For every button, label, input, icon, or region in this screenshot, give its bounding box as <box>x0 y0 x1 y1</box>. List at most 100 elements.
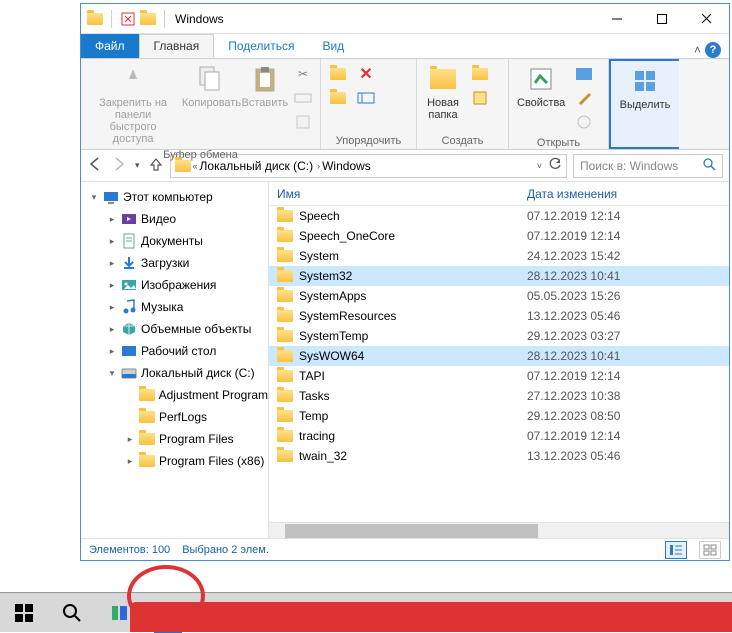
tab-share[interactable]: Поделиться <box>214 34 308 58</box>
tree-item[interactable]: Adjustment Program <box>81 384 268 406</box>
tree-label: Этот компьютер <box>123 190 213 204</box>
tree-expand-icon[interactable]: ▸ <box>107 280 117 291</box>
qat-properties-icon[interactable] <box>120 11 136 27</box>
edit-icon[interactable] <box>573 87 595 109</box>
paste-icon <box>249 63 281 95</box>
tab-view[interactable]: Вид <box>308 34 358 58</box>
nav-tree[interactable]: ▾ Этот компьютер ▸Видео▸Документы▸Загрузки… <box>81 182 269 538</box>
copy-to-icon[interactable] <box>327 87 349 109</box>
tree-item[interactable]: ▾ Этот компьютер <box>81 186 268 208</box>
copy-path-icon[interactable] <box>292 87 314 109</box>
details-view-button[interactable] <box>665 541 687 559</box>
col-date[interactable]: Дата изменения <box>519 187 729 201</box>
maximize-button[interactable] <box>639 4 684 33</box>
tree-item[interactable]: ▸Program Files (x86) <box>81 450 268 472</box>
file-row[interactable]: twain_3213.12.2023 05:46 <box>269 446 729 466</box>
paste-shortcut-icon[interactable] <box>292 111 314 133</box>
file-row[interactable]: SystemResources13.12.2023 05:46 <box>269 306 729 326</box>
tree-expand-icon[interactable]: ▸ <box>107 258 117 269</box>
group-open-label: Открыть <box>513 135 604 151</box>
tree-item[interactable]: ▸Изображения <box>81 274 268 296</box>
cut-icon[interactable]: ✂ <box>292 63 314 85</box>
qat-newfolder-icon[interactable] <box>140 11 156 27</box>
select-button[interactable]: Выделить <box>616 63 675 113</box>
tab-file[interactable]: Файл <box>81 34 139 58</box>
tree-item[interactable]: ▸Музыка <box>81 296 268 318</box>
file-row[interactable]: Temp29.12.2023 08:50 <box>269 406 729 426</box>
tree-item[interactable]: ▸ Program Files <box>81 428 268 450</box>
file-row[interactable]: System3228.12.2023 10:41 <box>269 266 729 286</box>
column-headers[interactable]: Имя Дата изменения <box>269 182 729 206</box>
tree-expand-icon[interactable]: ▸ <box>107 324 117 335</box>
new-item-icon[interactable] <box>469 63 491 85</box>
rename-icon[interactable] <box>355 87 377 109</box>
divider <box>111 10 112 28</box>
file-date: 29.12.2023 03:27 <box>519 329 729 343</box>
tree-label: Program Files <box>159 432 234 446</box>
folder-icon <box>139 387 155 403</box>
easy-access-icon[interactable] <box>469 87 491 109</box>
breadcrumb-part[interactable]: Windows <box>322 159 371 173</box>
tree-expand-icon[interactable]: ▾ <box>107 368 117 379</box>
tree-expand-icon[interactable]: ▸ <box>107 302 117 313</box>
group-create-label: Создать <box>421 133 504 149</box>
pin-quickaccess-button[interactable]: Закрепить на панели быстрого доступа <box>85 61 181 147</box>
tree-item[interactable]: ▸Загрузки <box>81 252 268 274</box>
open-icon[interactable] <box>573 63 595 85</box>
tree-expand-icon[interactable]: ▸ <box>125 434 135 445</box>
file-pane: Имя Дата изменения Speech07.12.2019 12:1… <box>269 182 729 538</box>
file-row[interactable]: Speech_OneCore07.12.2019 12:14 <box>269 226 729 246</box>
minimize-button[interactable] <box>594 4 639 33</box>
file-list[interactable]: Speech07.12.2019 12:14Speech_OneCore07.1… <box>269 206 729 522</box>
col-name[interactable]: Имя <box>269 187 519 201</box>
history-icon[interactable] <box>573 111 595 133</box>
tree-expand-icon[interactable]: ▸ <box>125 456 135 467</box>
tree-expand-icon[interactable]: ▸ <box>107 236 117 247</box>
tree-item[interactable]: ▸Рабочий стол <box>81 340 268 362</box>
tree-expand-icon[interactable]: ▾ <box>89 192 99 203</box>
search-button[interactable] <box>48 593 96 633</box>
properties-button[interactable]: Свойства <box>513 61 569 111</box>
file-row[interactable]: SysWOW6428.12.2023 10:41 <box>269 346 729 366</box>
folder-icon <box>139 409 155 425</box>
file-date: 05.05.2023 15:26 <box>519 289 729 303</box>
tree-label: PerfLogs <box>159 410 207 424</box>
paste-button[interactable]: Вставить <box>242 61 288 111</box>
file-row[interactable]: Tasks27.12.2023 10:38 <box>269 386 729 406</box>
refresh-icon[interactable] <box>548 157 562 174</box>
horizontal-scrollbar[interactable] <box>269 522 729 538</box>
new-folder-button[interactable]: Новая папка <box>421 61 465 123</box>
file-name: SystemResources <box>299 309 396 323</box>
file-row[interactable]: Speech07.12.2019 12:14 <box>269 206 729 226</box>
tree-item[interactable]: ▸Видео <box>81 208 268 230</box>
file-name: SystemApps <box>299 289 366 303</box>
file-row[interactable]: SystemApps 05.05.2023 15:26 <box>269 286 729 306</box>
file-row[interactable]: TAPI07.12.2019 12:14 <box>269 366 729 386</box>
tree-item[interactable]: PerfLogs <box>81 406 268 428</box>
tree-item[interactable]: ▾Локальный диск (C:) <box>81 362 268 384</box>
icons-view-button[interactable] <box>699 541 721 559</box>
file-row[interactable]: tracing07.12.2019 12:14 <box>269 426 729 446</box>
tree-expand-icon[interactable]: ▸ <box>107 214 117 225</box>
ribbon-collapse-icon[interactable]: ˄ <box>694 43 701 57</box>
copy-button[interactable]: Копировать <box>183 61 240 111</box>
file-row[interactable]: System24.12.2023 15:42 <box>269 246 729 266</box>
tree-item[interactable]: ▸Документы <box>81 230 268 252</box>
file-date: 29.12.2023 08:50 <box>519 409 729 423</box>
help-icon[interactable]: ? <box>705 42 721 58</box>
close-button[interactable] <box>684 4 729 33</box>
move-to-icon[interactable] <box>327 63 349 85</box>
search-input[interactable]: Поиск в: Windows <box>573 154 723 178</box>
tab-home[interactable]: Главная <box>139 34 215 58</box>
start-button[interactable] <box>0 593 48 633</box>
folder-icon <box>277 390 293 402</box>
file-date: 07.12.2019 12:14 <box>519 369 729 383</box>
tree-item[interactable]: ▸Объемные объекты <box>81 318 268 340</box>
delete-icon[interactable]: ✕ <box>355 63 377 85</box>
file-row[interactable]: SystemTemp29.12.2023 03:27 <box>269 326 729 346</box>
file-date: 27.12.2023 10:38 <box>519 389 729 403</box>
forward-button[interactable] <box>111 156 127 175</box>
folder-icon <box>277 310 293 322</box>
tree-expand-icon[interactable]: ▸ <box>107 346 117 357</box>
addr-dropdown-icon[interactable]: ˅ <box>537 161 542 171</box>
